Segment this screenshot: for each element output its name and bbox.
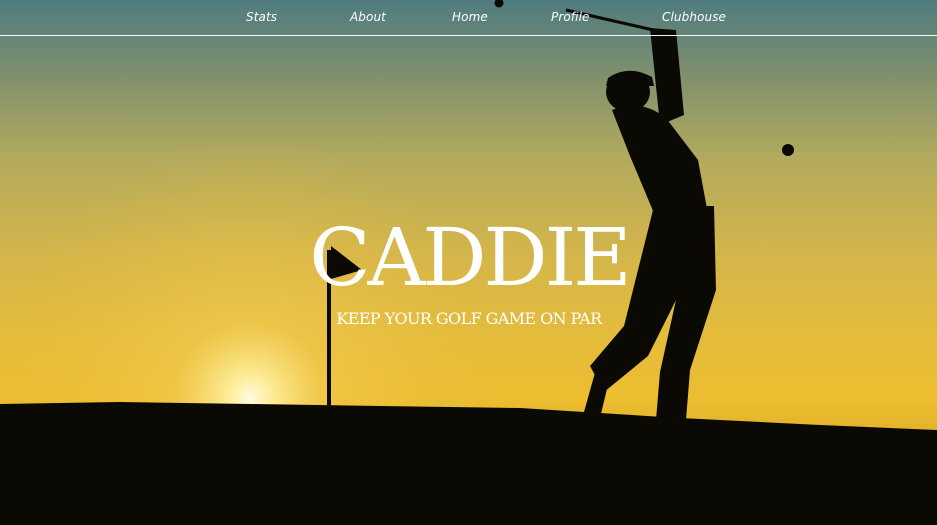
top-nav: Stats About Home Profile Clubhouse	[0, 0, 937, 36]
brand-title: CADDIE	[309, 211, 631, 304]
brand-tagline: KEEP YOUR GOLF GAME ON PAR	[336, 309, 602, 328]
nav-link-stats[interactable]: Stats	[246, 10, 277, 24]
nav-link-clubhouse[interactable]: Clubhouse	[662, 10, 726, 24]
nav-link-home[interactable]: Home	[452, 10, 488, 24]
nav-link-about[interactable]: About	[350, 10, 386, 24]
golf-ball	[782, 144, 794, 156]
nav-link-profile[interactable]: Profile	[551, 10, 590, 24]
ground-silhouette	[0, 402, 937, 525]
hero-section: Stats About Home Profile Clubhouse CADDI…	[0, 0, 937, 525]
